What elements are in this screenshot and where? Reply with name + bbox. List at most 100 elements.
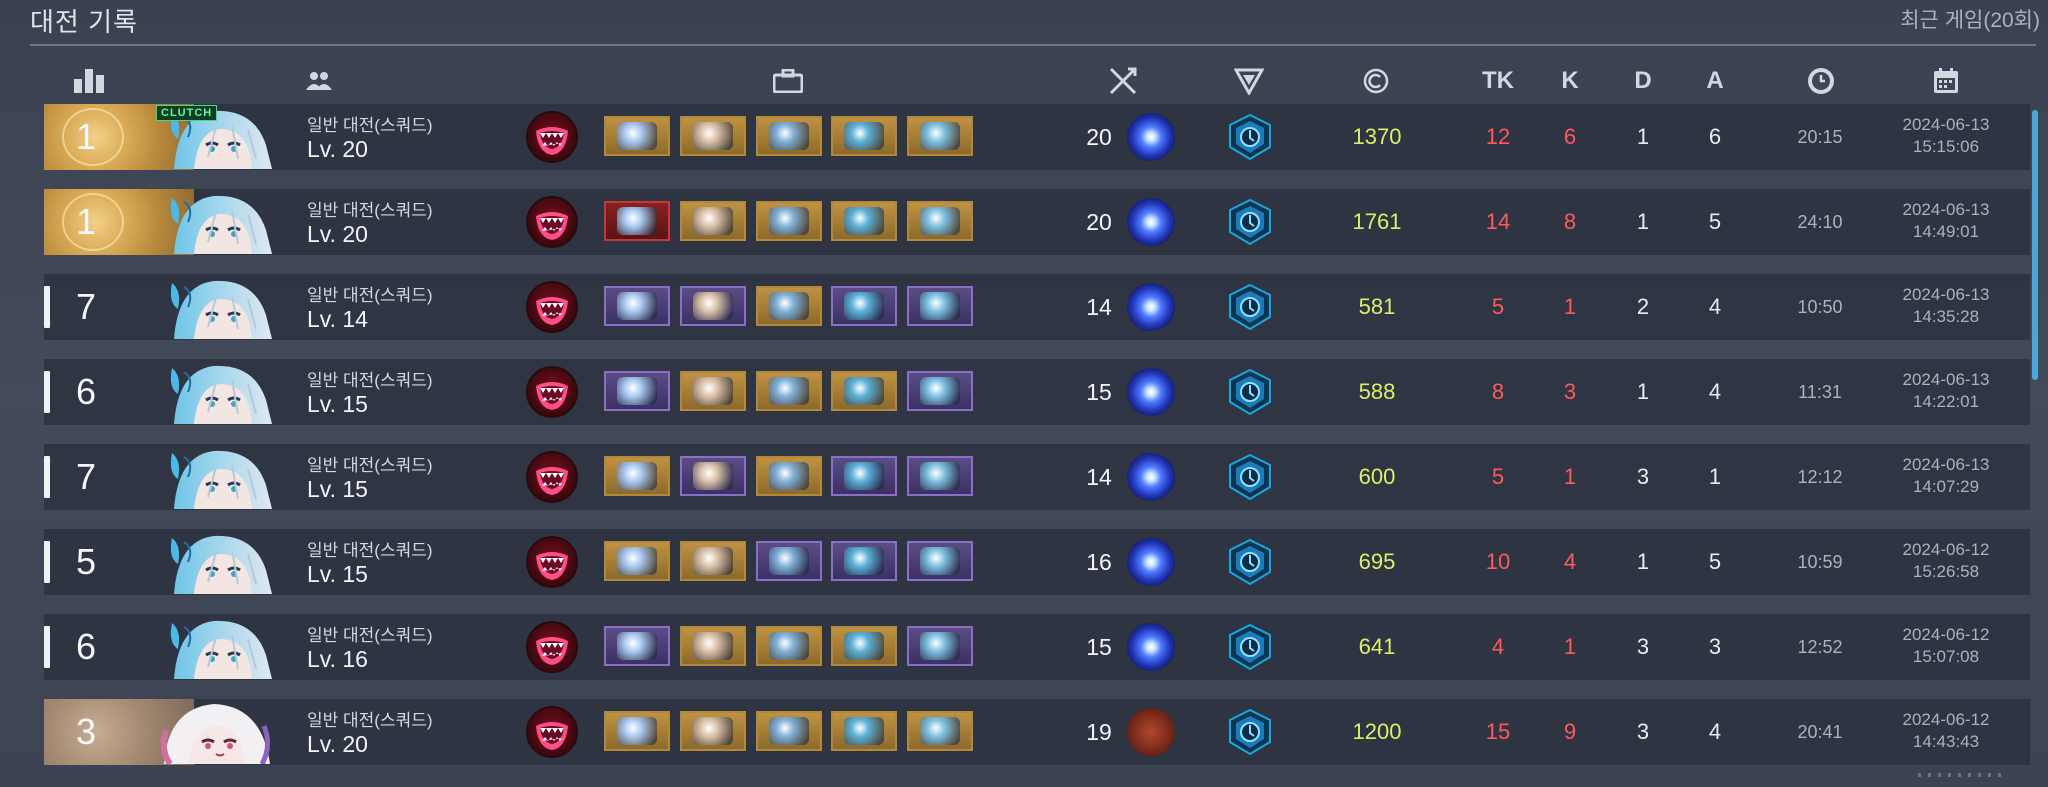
match-date: 2024-06-13 bbox=[1902, 285, 1990, 304]
equipment-slot-4[interactable] bbox=[831, 541, 897, 581]
equipment-slot-4[interactable] bbox=[831, 626, 897, 666]
equipment-slot-5[interactable] bbox=[907, 371, 973, 411]
fanged-mouth-emblem-icon bbox=[526, 706, 578, 758]
equipment-slot-1[interactable] bbox=[604, 541, 670, 581]
match-duration: 24:10 bbox=[1797, 211, 1843, 232]
equipment-slot-5[interactable] bbox=[907, 116, 973, 156]
match-row[interactable]: 1 CLUTCH 일반 대전(스쿼드) Lv. 20 20 1370 12 6 1 6 20:15 2… bbox=[44, 104, 2030, 170]
team-kills-column-header[interactable]: TK bbox=[1482, 64, 1514, 98]
equipment-slot-2[interactable] bbox=[680, 456, 746, 496]
fanged-mouth-emblem-icon bbox=[526, 621, 578, 673]
equipment-slot-4[interactable] bbox=[831, 201, 897, 241]
skill-level: 20 bbox=[1086, 123, 1112, 150]
match-row[interactable]: 6 일반 대전(스쿼드) Lv. 16 15 641 4 1 3 3 12:52 2024-06-1… bbox=[44, 614, 2030, 680]
match-row[interactable]: 6 일반 대전(스쿼드) Lv. 15 15 588 8 3 1 4 11:31 2024-06-1… bbox=[44, 359, 2030, 425]
player-level: Lv. 20 bbox=[307, 731, 368, 757]
equipment-slot-5[interactable] bbox=[907, 541, 973, 581]
equipment-icon bbox=[617, 122, 657, 150]
fanged-mouth-emblem-icon bbox=[526, 196, 578, 248]
blue-orb-skill-icon bbox=[1127, 283, 1175, 331]
equipment-slot-1[interactable] bbox=[604, 201, 670, 241]
equipment-slot-4[interactable] bbox=[831, 116, 897, 156]
equipment-slot-5[interactable] bbox=[907, 626, 973, 666]
skill-level: 15 bbox=[1086, 378, 1112, 405]
duration-column-header[interactable] bbox=[1806, 64, 1836, 98]
equipment-slot-3[interactable] bbox=[756, 456, 822, 496]
equipment-slot-2[interactable] bbox=[680, 201, 746, 241]
player-level: Lv. 14 bbox=[307, 306, 368, 332]
equipment-icon bbox=[844, 122, 884, 150]
match-row[interactable]: 7 일반 대전(스쿼드) Lv. 15 14 600 5 1 3 1 12:12 2024-06-1… bbox=[44, 444, 2030, 510]
items-column-header[interactable] bbox=[773, 64, 803, 98]
game-mode-label: 일반 대전(스쿼드) bbox=[307, 456, 433, 475]
credits-value: 600 bbox=[1358, 464, 1396, 489]
equipment-icon bbox=[769, 122, 809, 150]
team-kills-value: 10 bbox=[1485, 549, 1511, 574]
equipment-slot-2[interactable] bbox=[680, 541, 746, 581]
equipment-icon bbox=[617, 462, 657, 490]
equipment-icon bbox=[844, 547, 884, 575]
game-mode-label: 일반 대전(스쿼드) bbox=[307, 541, 433, 560]
kills-value: 3 bbox=[1563, 379, 1577, 404]
equipment-slot-2[interactable] bbox=[680, 626, 746, 666]
equipment-slot-5[interactable] bbox=[907, 711, 973, 751]
equipment-slot-3[interactable] bbox=[756, 626, 822, 666]
equipment-icon bbox=[769, 292, 809, 320]
tactical-column-header[interactable] bbox=[1234, 64, 1264, 98]
equipment-icon bbox=[844, 377, 884, 405]
equipment-slot-3[interactable] bbox=[756, 201, 822, 241]
equipment-slot-2[interactable] bbox=[680, 286, 746, 326]
equipment-slot-1[interactable] bbox=[604, 116, 670, 156]
equipment-slot-3[interactable] bbox=[756, 116, 822, 156]
equipment-slot-4[interactable] bbox=[831, 371, 897, 411]
equipment-slot-1[interactable] bbox=[604, 626, 670, 666]
equipment-slot-4[interactable] bbox=[831, 456, 897, 496]
match-time: 14:43:43 bbox=[1912, 732, 1980, 751]
deaths-column-header[interactable]: D bbox=[1634, 64, 1651, 98]
equipment-slot-4[interactable] bbox=[831, 286, 897, 326]
equipment-slot-5[interactable] bbox=[907, 201, 973, 241]
scrollbar[interactable] bbox=[2032, 110, 2038, 380]
match-row[interactable]: 5 일반 대전(스쿼드) Lv. 15 16 695 10 4 1 5 10:59 2024-06-… bbox=[44, 529, 2030, 595]
rank-column-header[interactable] bbox=[74, 64, 104, 98]
equipment-icon bbox=[920, 547, 960, 575]
equipment-slot-3[interactable] bbox=[756, 541, 822, 581]
equipment-slot-1[interactable] bbox=[604, 711, 670, 751]
equipment-slot-3[interactable] bbox=[756, 371, 822, 411]
match-row[interactable]: 7 일반 대전(스쿼드) Lv. 14 14 581 5 1 2 4 10:50 2024-06-1… bbox=[44, 274, 2030, 340]
player-column-header[interactable] bbox=[305, 64, 333, 98]
level-column-header[interactable] bbox=[1108, 64, 1138, 98]
equipment-slot-1[interactable] bbox=[604, 371, 670, 411]
blue-orb-skill-icon bbox=[1127, 453, 1175, 501]
deaths-value: 3 bbox=[1636, 634, 1650, 659]
blue-orb-skill-icon bbox=[1127, 368, 1175, 416]
equipment-slot-1[interactable] bbox=[604, 286, 670, 326]
equipment-slot-3[interactable] bbox=[756, 286, 822, 326]
match-time: 15:15:06 bbox=[1912, 137, 1980, 156]
equipment-slot-1[interactable] bbox=[604, 456, 670, 496]
match-date: 2024-06-13 bbox=[1902, 455, 1990, 474]
match-time: 14:49:01 bbox=[1912, 222, 1980, 241]
date-column-header[interactable] bbox=[1932, 64, 1960, 98]
equipment-slot-2[interactable] bbox=[680, 711, 746, 751]
credits-column-header[interactable] bbox=[1363, 64, 1389, 98]
team-kills-value: 15 bbox=[1485, 719, 1511, 744]
briefcase-icon bbox=[773, 69, 803, 93]
equipment-icon bbox=[693, 292, 733, 320]
deaths-value: 3 bbox=[1636, 464, 1650, 489]
kills-value: 1 bbox=[1563, 634, 1577, 659]
assists-column-header[interactable]: A bbox=[1706, 64, 1723, 98]
equipment-slot-5[interactable] bbox=[907, 456, 973, 496]
match-row[interactable]: 1 일반 대전(스쿼드) Lv. 20 20 1761 14 8 1 5 24:10 2024-06… bbox=[44, 189, 2030, 255]
equipment-slot-2[interactable] bbox=[680, 371, 746, 411]
equipment-slot-3[interactable] bbox=[756, 711, 822, 751]
match-date: 2024-06-12 bbox=[1902, 625, 1990, 644]
clock-icon bbox=[1808, 68, 1834, 94]
equipment-slot-2[interactable] bbox=[680, 116, 746, 156]
squad-people-icon bbox=[306, 72, 332, 90]
match-row[interactable]: 3 일반 대전(스쿼드) Lv. 20 19 1200 15 9 3 4 20:41 2024-06… bbox=[44, 699, 2030, 765]
equipment-slot-4[interactable] bbox=[831, 711, 897, 751]
tactical-shield-icon bbox=[1226, 368, 1274, 416]
equipment-slot-5[interactable] bbox=[907, 286, 973, 326]
kills-column-header[interactable]: K bbox=[1561, 64, 1578, 98]
